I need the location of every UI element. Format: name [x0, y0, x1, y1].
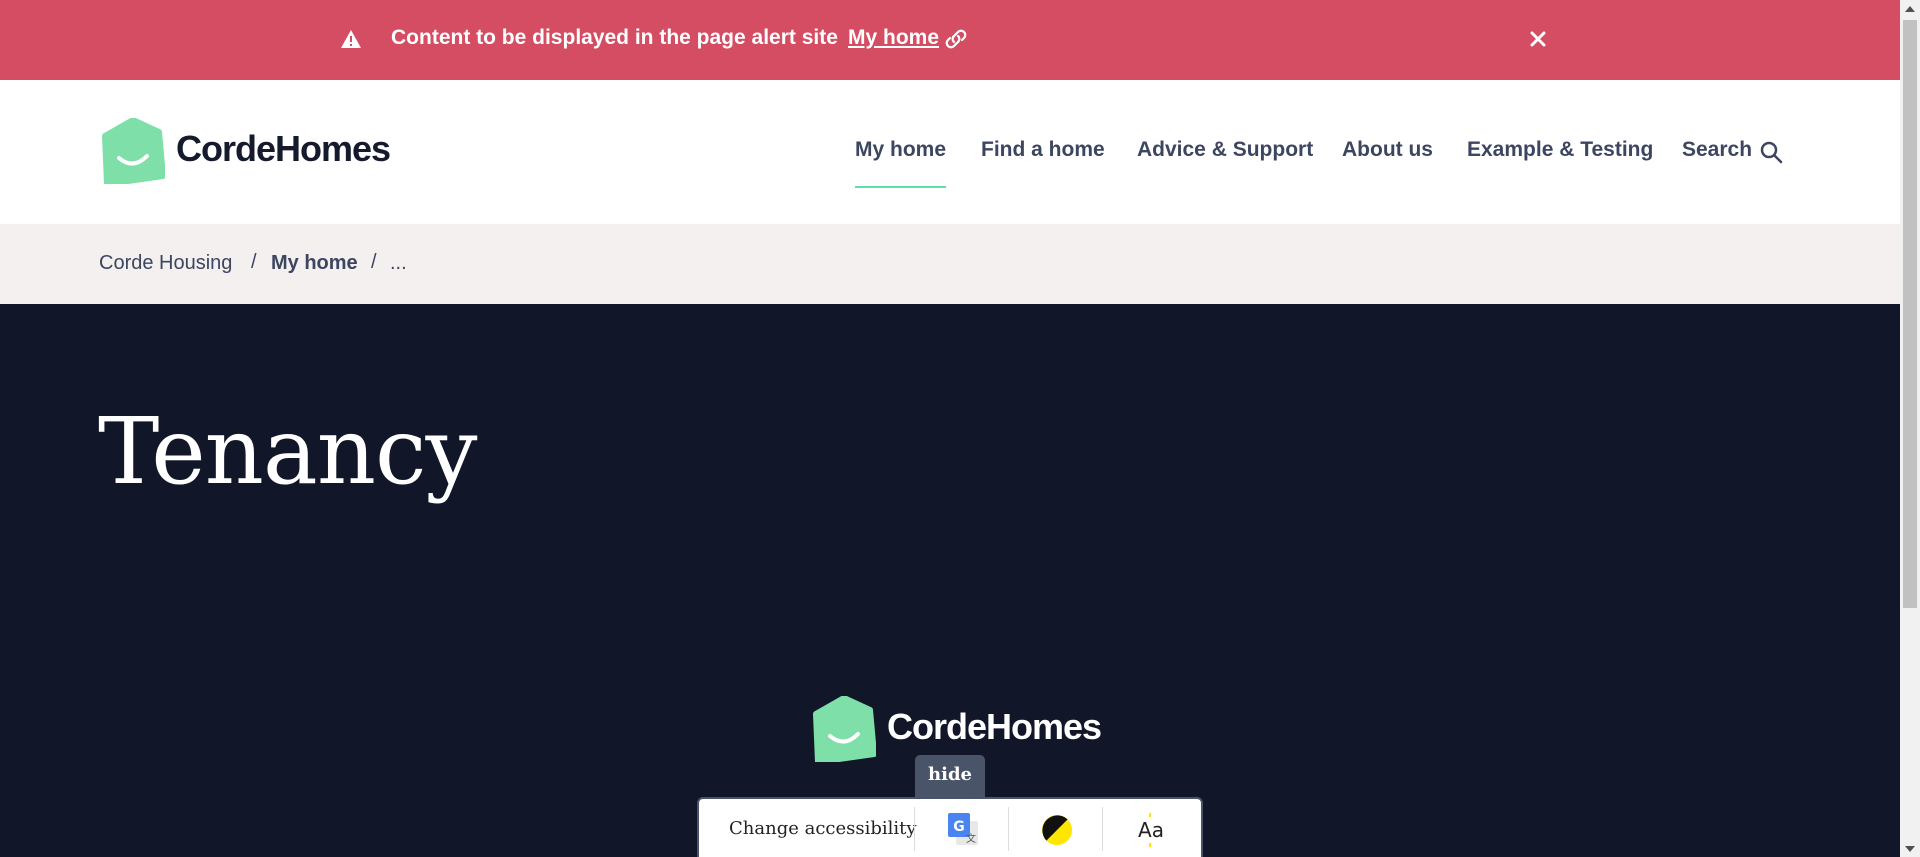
scrollbar-thumb[interactable]	[1903, 20, 1917, 608]
page-alert-banner: Content to be displayed in the page aler…	[0, 0, 1900, 80]
nav-item-advice-support[interactable]: Advice & Support	[1137, 138, 1313, 162]
alert-message: Content to be displayed in the page aler…	[391, 26, 838, 49]
vertical-scrollbar[interactable]	[1900, 0, 1920, 857]
site-logo[interactable]: CordeHomes	[99, 118, 399, 188]
breadcrumb-separator: /	[251, 251, 257, 273]
svg-text:G: G	[953, 819, 965, 835]
contrast-icon[interactable]	[1037, 811, 1077, 849]
link-icon[interactable]	[943, 28, 969, 50]
scroll-up-arrow-icon[interactable]	[1905, 6, 1915, 12]
scroll-down-arrow-icon[interactable]	[1905, 846, 1915, 852]
accessibility-label: Change accessibility	[729, 818, 917, 839]
logo-text: CordeHomes	[887, 706, 1102, 747]
text-size-glyph: Aa	[1138, 818, 1164, 842]
translate-icon[interactable]: G 文	[944, 811, 984, 849]
close-icon[interactable]	[1526, 27, 1550, 51]
page: Content to be displayed in the page aler…	[0, 0, 1900, 857]
breadcrumb-separator: /	[371, 251, 377, 273]
toolbar-divider	[1102, 807, 1103, 851]
logo-house-icon	[813, 696, 876, 762]
accessibility-hide-button[interactable]: hide	[915, 755, 985, 797]
search-label: Search	[1682, 138, 1753, 161]
accessibility-toolbar: Change accessibility G 文 Aa	[697, 797, 1203, 857]
toolbar-divider	[914, 807, 915, 851]
search-icon[interactable]	[1759, 140, 1783, 164]
nav-item-about-us[interactable]: About us	[1342, 138, 1433, 162]
breadcrumb-item-my-home[interactable]: My home	[271, 252, 358, 275]
logo-text: CordeHomes	[176, 128, 391, 169]
logo-house-icon	[102, 118, 165, 184]
nav-item-my-home[interactable]: My home	[855, 138, 947, 188]
text-size-icon[interactable]: Aa	[1131, 811, 1171, 849]
breadcrumb-item-corde-housing[interactable]: Corde Housing	[99, 252, 232, 275]
search-button[interactable]: Search	[1682, 138, 1752, 162]
site-header: CordeHomes My home Find a home Advice & …	[0, 80, 1900, 224]
nav-item-example-testing[interactable]: Example & Testing	[1467, 138, 1653, 162]
alert-link[interactable]: My home	[848, 26, 939, 50]
svg-text:文: 文	[966, 832, 976, 845]
breadcrumb-item-current: ...	[390, 252, 407, 274]
page-title: Tenancy	[98, 398, 478, 505]
toolbar-divider	[1008, 807, 1009, 851]
nav-item-find-a-home[interactable]: Find a home	[981, 138, 1105, 162]
breadcrumb: Corde Housing / My home / ...	[0, 224, 1900, 304]
warning-triangle-icon	[341, 30, 361, 48]
